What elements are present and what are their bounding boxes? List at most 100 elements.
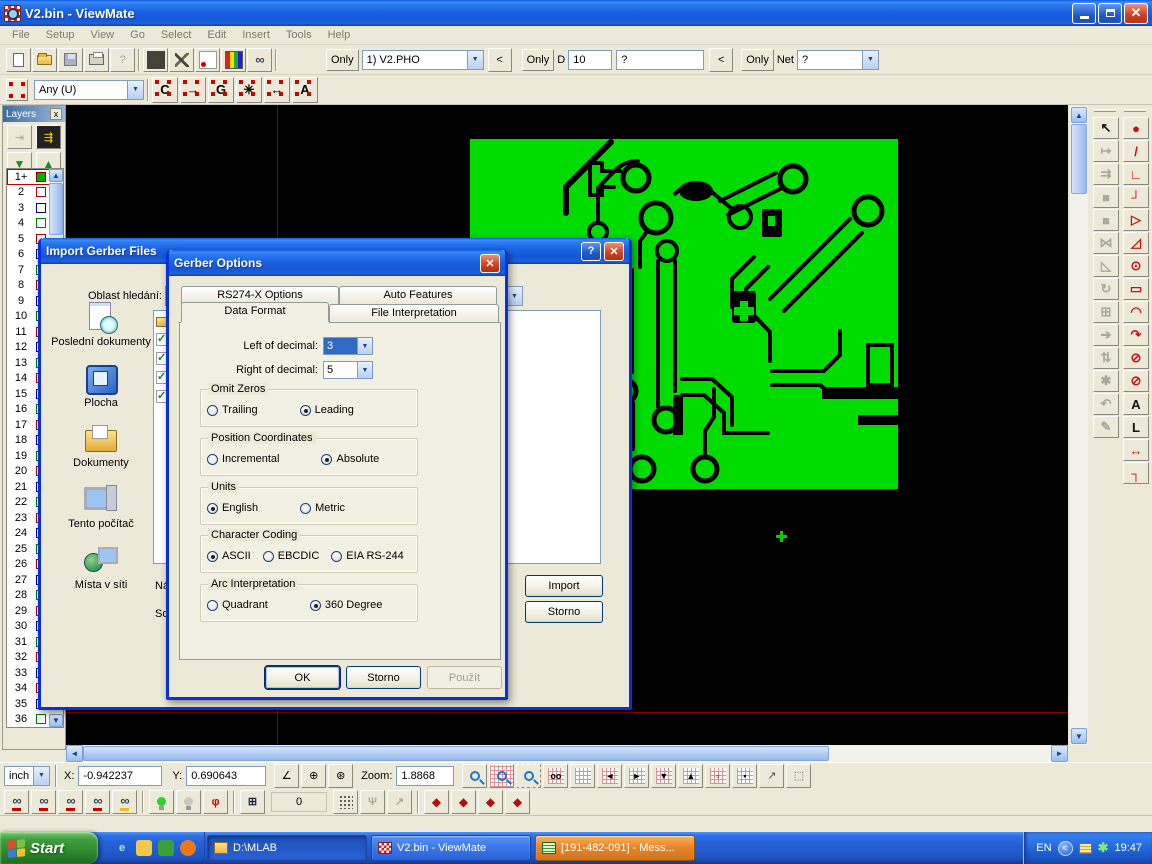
cancel-button[interactable]: Storno <box>346 666 421 689</box>
tile-windows-button[interactable]: ⊞ <box>240 790 265 814</box>
menu-setup[interactable]: Setup <box>38 27 83 43</box>
transfer-items-button[interactable]: ⇉ <box>1093 163 1119 185</box>
only-net-button[interactable]: Only <box>741 49 774 71</box>
view-pads-button[interactable]: ∞ <box>58 790 83 814</box>
node-edit-button[interactable]: ✎ <box>1093 416 1119 438</box>
tab-data-format[interactable]: Data Format <box>181 302 329 322</box>
previous-layer-button[interactable]: < <box>488 48 512 72</box>
draw-corner-button[interactable]: ┘ <box>1123 186 1149 208</box>
move-merge-button[interactable]: ➔ <box>1093 324 1119 346</box>
tools-button[interactable] <box>169 48 194 72</box>
radio-english[interactable]: English <box>207 502 258 514</box>
menu-go[interactable]: Go <box>122 27 153 43</box>
origin-crosshair-button[interactable]: ⊕ <box>301 764 326 788</box>
measure-glasses-button[interactable]: ∞ <box>247 48 272 72</box>
layer-color-chip[interactable] <box>36 187 46 197</box>
layer-colors-button[interactable] <box>221 48 246 72</box>
taskbar-task[interactable]: D:\MLAB <box>207 835 367 861</box>
scroll-down-icon[interactable]: ▼ <box>49 714 63 727</box>
pan-up-button[interactable]: ▲ <box>678 764 703 788</box>
move-to-layer-icon[interactable]: ⇥ <box>7 125 32 149</box>
step-move-button[interactable]: ⇅ <box>1093 347 1119 369</box>
view-lines-button[interactable]: ∞ <box>31 790 56 814</box>
radio-icon[interactable] <box>331 551 342 562</box>
draw-text-button[interactable]: A <box>1123 393 1149 415</box>
radio-icon[interactable] <box>300 405 311 416</box>
relative-origin-button[interactable]: ⊛ <box>328 764 353 788</box>
dcode-star-button[interactable] <box>143 48 168 72</box>
new-document-button[interactable] <box>6 48 31 72</box>
layers-scroll-thumb[interactable] <box>49 183 63 235</box>
close-button[interactable]: ✕ <box>480 254 500 273</box>
view-highlight-button[interactable]: ∞ <box>112 790 137 814</box>
scroll-right-icon[interactable]: ► <box>1051 745 1068 762</box>
apply-button[interactable]: Použít <box>427 666 502 689</box>
draw-ellipse-button[interactable]: ⊘ <box>1123 347 1149 369</box>
pad-pattern-1-button[interactable]: ◆ <box>424 790 449 814</box>
sidebar-item-recent-documents[interactable]: Poslední dokumenty <box>51 302 151 349</box>
layer-color-chip[interactable] <box>36 218 46 228</box>
menu-edit[interactable]: Edit <box>199 27 234 43</box>
pan-left-button[interactable]: ◄ <box>597 764 622 788</box>
draw-pad-button[interactable]: ● <box>1123 117 1149 139</box>
c-code-button[interactable]: C <box>152 77 178 103</box>
toolbar-grip[interactable] <box>1124 109 1146 112</box>
probe-button[interactable]: φ <box>203 790 228 814</box>
close-button[interactable]: ✕ <box>1124 3 1148 24</box>
draw-sliver-button[interactable]: ⊘ <box>1123 370 1149 392</box>
sidebar-item-my-computer[interactable]: Tento počítač <box>51 484 151 531</box>
vertical-scroll-thumb[interactable] <box>1071 124 1087 194</box>
clipboard-tray-icon[interactable] <box>1079 843 1092 854</box>
chevron-down-icon[interactable]: ▼ <box>357 362 372 378</box>
draw-label-button[interactable]: L <box>1123 416 1149 438</box>
import-button[interactable]: Import <box>525 575 603 597</box>
previous-dcode-button[interactable]: < <box>709 48 733 72</box>
net-combo[interactable]: ? ▼ <box>797 50 879 70</box>
vertical-scrollbar[interactable]: ▲ ▼ <box>1070 106 1088 745</box>
step-large-button[interactable]: ▪ <box>732 764 757 788</box>
layer-order-icon[interactable]: ⇶ <box>36 125 61 149</box>
taskbar-task[interactable]: [191-482-091] - Mess... <box>535 835 695 861</box>
restore-button[interactable] <box>1098 3 1122 24</box>
settings-gear-button[interactable]: ✱ <box>1093 370 1119 392</box>
context-help-button[interactable]: ? <box>110 48 135 72</box>
angle-button[interactable]: ∠ <box>274 764 299 788</box>
zoom-value[interactable]: 1.8868 <box>396 766 454 786</box>
scroll-down-icon[interactable]: ▼ <box>1071 728 1087 744</box>
menu-select[interactable]: Select <box>153 27 200 43</box>
radio-icon[interactable] <box>207 551 218 562</box>
radio-icon[interactable] <box>321 454 332 465</box>
radio-quadrant[interactable]: Quadrant <box>207 599 268 611</box>
menu-insert[interactable]: Insert <box>234 27 278 43</box>
radio-metric[interactable]: Metric <box>300 502 345 514</box>
menu-file[interactable]: File <box>4 27 38 43</box>
only-layer-button[interactable]: Only <box>326 49 359 71</box>
anchor-button[interactable]: Ψ <box>360 790 385 814</box>
zoom-window-button[interactable] <box>516 764 541 788</box>
draw-polyline-button[interactable]: ∟ <box>1123 163 1149 185</box>
dcode-query-input[interactable]: ? <box>616 50 704 70</box>
pan-right-button[interactable]: ► <box>624 764 649 788</box>
lamp-off-button[interactable] <box>176 790 201 814</box>
text-a-button[interactable]: A <box>292 77 318 103</box>
radio-icon[interactable] <box>207 405 218 416</box>
sidebar-item-network-places[interactable]: Místa v síti <box>51 545 151 592</box>
radio-icon[interactable] <box>207 600 218 611</box>
chevron-down-icon[interactable]: ▼ <box>33 767 49 785</box>
sidebar-item-documents[interactable]: Dokumenty <box>51 423 151 470</box>
tab-auto-features[interactable]: Auto Features <box>339 286 497 304</box>
lamp-on-button[interactable] <box>149 790 174 814</box>
close-icon[interactable]: x <box>50 108 62 120</box>
draw-circle-button[interactable]: ⊙ <box>1123 255 1149 277</box>
radio-eia-rs-244[interactable]: EIA RS-244 <box>331 550 403 562</box>
radio-incremental[interactable]: Incremental <box>207 453 279 465</box>
c-aperture-button[interactable] <box>195 48 220 72</box>
zoom-in-button[interactable] <box>462 764 487 788</box>
radio-icon[interactable] <box>310 600 321 611</box>
layer-combo[interactable]: 1) V2.PHO ▼ <box>362 50 484 70</box>
ok-button[interactable]: OK <box>265 666 340 689</box>
start-button[interactable]: Start <box>0 832 98 864</box>
only-dcode-button[interactable]: Only <box>522 49 555 71</box>
chevron-down-icon[interactable]: ▼ <box>357 338 372 354</box>
ie-icon[interactable]: e <box>114 840 130 856</box>
